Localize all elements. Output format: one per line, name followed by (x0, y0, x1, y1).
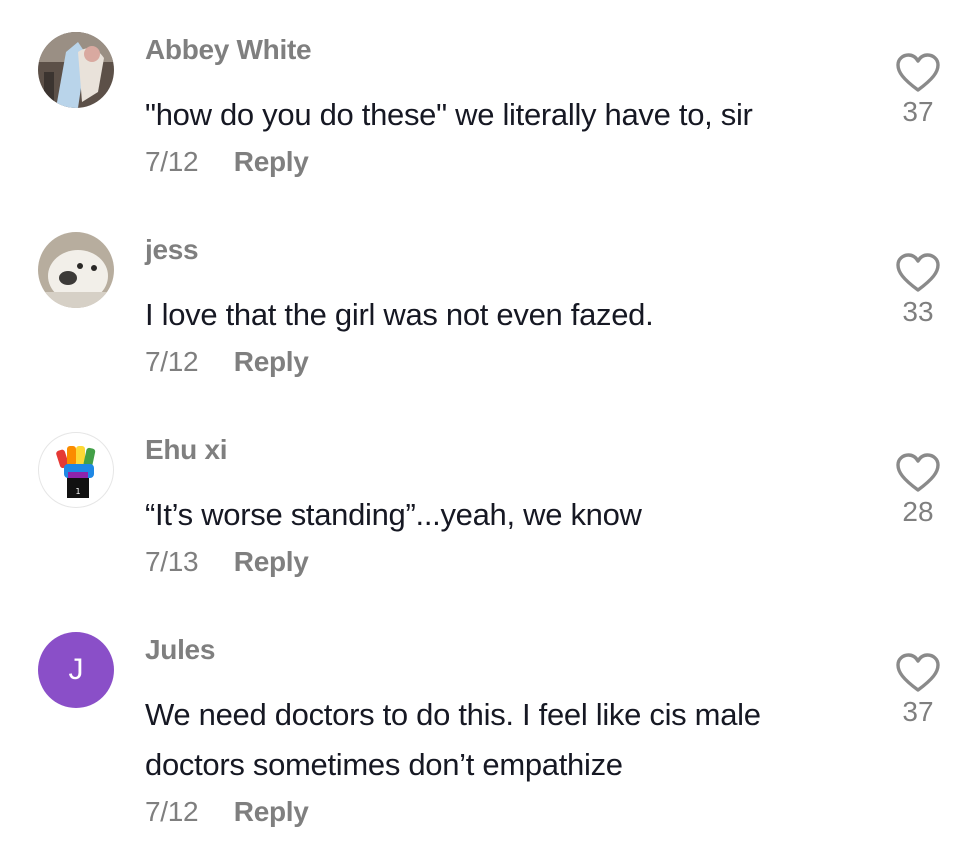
comment-meta: 7/12 Reply (145, 346, 309, 378)
avatar[interactable] (38, 232, 114, 308)
heart-icon (896, 453, 940, 492)
raised-fist-icon: 1 (56, 446, 96, 498)
like-button[interactable]: 37 (886, 652, 950, 728)
comment-meta: 7/12 Reply (145, 146, 309, 178)
comment-meta: 7/12 Reply (145, 796, 309, 828)
like-button[interactable]: 33 (886, 252, 950, 328)
photo-avatar-icon (38, 32, 114, 108)
reply-button[interactable]: Reply (234, 546, 309, 578)
reply-button[interactable]: Reply (234, 796, 309, 828)
like-button[interactable]: 37 (886, 52, 950, 128)
svg-text:1: 1 (75, 487, 80, 496)
username[interactable]: Abbey White (145, 34, 312, 66)
comment-text: "how do you do these" we literally have … (145, 97, 753, 132)
comment-meta: 7/13 Reply (145, 546, 309, 578)
username[interactable]: jess (145, 234, 199, 266)
comment-date: 7/12 (145, 796, 199, 827)
like-count: 37 (902, 96, 934, 127)
username[interactable]: Ehu xi (145, 434, 228, 466)
like-count: 37 (902, 696, 934, 727)
avatar-letter: J (68, 653, 84, 686)
comment-date: 7/12 (145, 346, 199, 377)
comment-date: 7/12 (145, 146, 199, 177)
reply-button[interactable]: Reply (234, 146, 309, 178)
heart-icon (896, 253, 940, 292)
comment-text: I love that the girl was not even fazed. (145, 297, 654, 332)
heart-icon (896, 653, 940, 692)
like-button[interactable]: 28 (886, 452, 950, 528)
reply-button[interactable]: Reply (234, 346, 309, 378)
avatar[interactable] (38, 32, 114, 108)
dog-photo-avatar-icon (38, 232, 114, 308)
heart-icon (896, 53, 940, 92)
avatar[interactable]: 1 (38, 432, 114, 508)
comment-text: “It’s worse standing”...yeah, we know (145, 497, 642, 532)
like-count: 33 (902, 296, 934, 327)
comment-date: 7/13 (145, 546, 199, 577)
like-count: 28 (902, 496, 934, 527)
comment-text: We need doctors to do this. I feel like … (145, 697, 761, 782)
username[interactable]: Jules (145, 634, 215, 666)
avatar[interactable]: J (38, 632, 114, 708)
